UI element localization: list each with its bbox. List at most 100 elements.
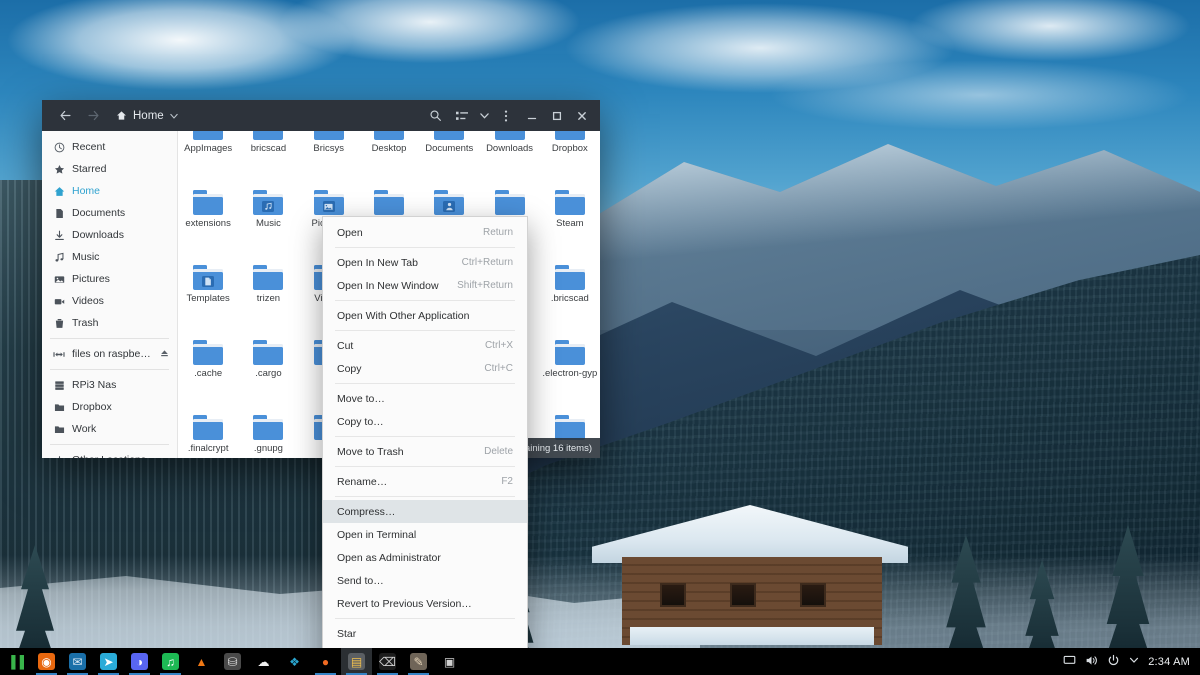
taskbar-spotify-button[interactable]: ♫ bbox=[155, 648, 186, 675]
sidebar[interactable]: Recent Starred Home Documents bbox=[42, 131, 178, 458]
file-item[interactable]: Desktop bbox=[359, 131, 419, 184]
context-menu-item[interactable]: Open in Terminal bbox=[323, 523, 527, 546]
context-menu-item-label: Copy bbox=[337, 363, 466, 375]
file-item[interactable]: bricscad bbox=[238, 131, 298, 184]
context-menu-item[interactable]: CopyCtrl+C bbox=[323, 357, 527, 380]
context-menu-item[interactable]: Open as Administrator bbox=[323, 546, 527, 569]
steam-icon: ❖ bbox=[286, 653, 303, 670]
sidebar-item-dropbox[interactable]: Dropbox bbox=[42, 396, 177, 418]
file-item[interactable]: Music bbox=[238, 184, 298, 259]
back-button[interactable] bbox=[52, 105, 78, 127]
file-item[interactable]: Templates bbox=[178, 259, 238, 334]
sidebar-item-videos[interactable]: Videos bbox=[42, 290, 177, 312]
taskbar-archive-button[interactable]: ⛁ bbox=[217, 648, 248, 675]
power-icon[interactable] bbox=[1107, 654, 1120, 670]
network-drive-icon bbox=[53, 348, 65, 360]
forward-button[interactable] bbox=[80, 105, 106, 127]
view-mode-button[interactable] bbox=[449, 105, 475, 127]
context-menu-item[interactable]: Rename…F2 bbox=[323, 470, 527, 493]
context-menu-item[interactable]: Move to… bbox=[323, 387, 527, 410]
file-item[interactable]: AppImages bbox=[178, 131, 238, 184]
taskbar-telegram-button[interactable]: ➤ bbox=[93, 648, 124, 675]
taskbar-steam-button[interactable]: ❖ bbox=[279, 648, 310, 675]
taskbar-manjaro-menu-button[interactable]: ▐▐ bbox=[0, 648, 31, 675]
file-item[interactable]: Documents bbox=[419, 131, 479, 184]
taskbar-nextcloud-button[interactable]: ☁ bbox=[248, 648, 279, 675]
search-button[interactable] bbox=[422, 105, 448, 127]
sidebar-item-home[interactable]: Home bbox=[42, 180, 177, 202]
taskbar-terminal-button[interactable]: ⌫ bbox=[372, 648, 403, 675]
sidebar-item-files-on-raspberry[interactable]: files on raspbe… bbox=[42, 343, 177, 365]
context-menu-item[interactable]: Open In New WindowShift+Return bbox=[323, 274, 527, 297]
context-menu-separator bbox=[335, 300, 515, 301]
context-menu-item[interactable]: Copy to… bbox=[323, 410, 527, 433]
firefox-icon: ◉ bbox=[38, 653, 55, 670]
file-item[interactable]: .finalcrypt bbox=[178, 409, 238, 458]
clock[interactable]: 2:34 AM bbox=[1148, 656, 1190, 668]
file-item[interactable]: trizen bbox=[238, 259, 298, 334]
context-menu-item[interactable]: Compress… bbox=[323, 500, 527, 523]
taskbar-window-button[interactable]: ▣ bbox=[434, 648, 465, 675]
taskbar-clementine-button[interactable]: ● bbox=[310, 648, 341, 675]
context-menu[interactable]: OpenReturnOpen In New TabCtrl+ReturnOpen… bbox=[322, 216, 528, 675]
file-item[interactable]: .electron-gyp bbox=[540, 334, 600, 409]
context-menu-item-label: Copy to… bbox=[337, 416, 513, 428]
chevron-down-icon[interactable] bbox=[170, 112, 178, 120]
sidebar-item-downloads[interactable]: Downloads bbox=[42, 224, 177, 246]
folder-icon bbox=[53, 401, 65, 413]
eject-icon[interactable] bbox=[160, 349, 169, 360]
context-menu-item[interactable]: Move to TrashDelete bbox=[323, 440, 527, 463]
context-menu-item[interactable]: OpenReturn bbox=[323, 221, 527, 244]
maximize-button[interactable] bbox=[545, 105, 569, 127]
taskbar-gimp-button[interactable]: ✎ bbox=[403, 648, 434, 675]
sidebar-item-pictures[interactable]: Pictures bbox=[42, 268, 177, 290]
file-item[interactable]: Steam bbox=[540, 184, 600, 259]
context-menu-item[interactable]: CutCtrl+X bbox=[323, 334, 527, 357]
file-item[interactable]: Dropbox bbox=[540, 131, 600, 184]
taskbar-file-manager-button[interactable]: ▤ bbox=[341, 648, 372, 675]
sidebar-item-documents[interactable]: Documents bbox=[42, 202, 177, 224]
taskbar-discord-button[interactable]: ◑ bbox=[124, 648, 155, 675]
close-button[interactable] bbox=[570, 105, 594, 127]
sidebar-item-starred[interactable]: Starred bbox=[42, 158, 177, 180]
view-dropdown-button[interactable] bbox=[476, 105, 492, 127]
window-titlebar[interactable]: Home bbox=[42, 100, 600, 131]
file-item[interactable]: Bricsys bbox=[299, 131, 359, 184]
app-menu-button[interactable] bbox=[493, 105, 519, 127]
sidebar-item-label: Videos bbox=[72, 295, 104, 307]
folder-icon bbox=[193, 415, 223, 440]
taskbar-thunderbird-button[interactable]: ✉ bbox=[62, 648, 93, 675]
sidebar-item-other-locations[interactable]: Other Locations bbox=[42, 449, 177, 458]
sidebar-item-label: Other Locations bbox=[72, 454, 146, 458]
taskbar-firefox-button[interactable]: ◉ bbox=[31, 648, 62, 675]
file-item[interactable]: .cache bbox=[178, 334, 238, 409]
telegram-icon: ➤ bbox=[100, 653, 117, 670]
volume-icon[interactable] bbox=[1085, 654, 1098, 670]
taskbar-app-list[interactable]: ▐▐ ◉ ✉ ➤ ◑ ♫ ▲⛁☁ ❖ ●▤⌫✎▣ bbox=[0, 648, 465, 675]
context-menu-item[interactable]: Send to… bbox=[323, 569, 527, 592]
taskbar-vlc-button[interactable]: ▲ bbox=[186, 648, 217, 675]
sidebar-item-recent[interactable]: Recent bbox=[42, 136, 177, 158]
file-item[interactable]: extensions bbox=[178, 184, 238, 259]
file-item[interactable]: Downloads bbox=[479, 131, 539, 184]
sidebar-item-rpi3-nas[interactable]: RPi3 Nas bbox=[42, 374, 177, 396]
spotify-icon: ♫ bbox=[162, 653, 179, 670]
context-menu-item[interactable]: Open With Other Application bbox=[323, 304, 527, 327]
context-menu-item[interactable]: Open In New TabCtrl+Return bbox=[323, 251, 527, 274]
sidebar-item-work[interactable]: Work bbox=[42, 418, 177, 440]
sidebar-item-trash[interactable]: Trash bbox=[42, 312, 177, 334]
system-tray[interactable]: 2:34 AM bbox=[1063, 654, 1200, 670]
minimize-button[interactable] bbox=[520, 105, 544, 127]
file-name-label: Bricsys bbox=[313, 143, 344, 154]
context-menu-item[interactable]: Revert to Previous Version… bbox=[323, 592, 527, 615]
taskbar[interactable]: ▐▐ ◉ ✉ ➤ ◑ ♫ ▲⛁☁ ❖ ●▤⌫✎▣ 2:34 AM bbox=[0, 648, 1200, 675]
path-breadcrumb[interactable]: Home bbox=[116, 110, 178, 122]
path-label: Home bbox=[133, 110, 164, 122]
sidebar-item-music[interactable]: Music bbox=[42, 246, 177, 268]
context-menu-item[interactable]: Star bbox=[323, 622, 527, 645]
file-item[interactable]: .gnupg bbox=[238, 409, 298, 458]
display-icon[interactable] bbox=[1063, 654, 1076, 670]
file-item[interactable]: .bricscad bbox=[540, 259, 600, 334]
file-item[interactable]: .cargo bbox=[238, 334, 298, 409]
chevron-down-icon[interactable] bbox=[1129, 655, 1139, 668]
